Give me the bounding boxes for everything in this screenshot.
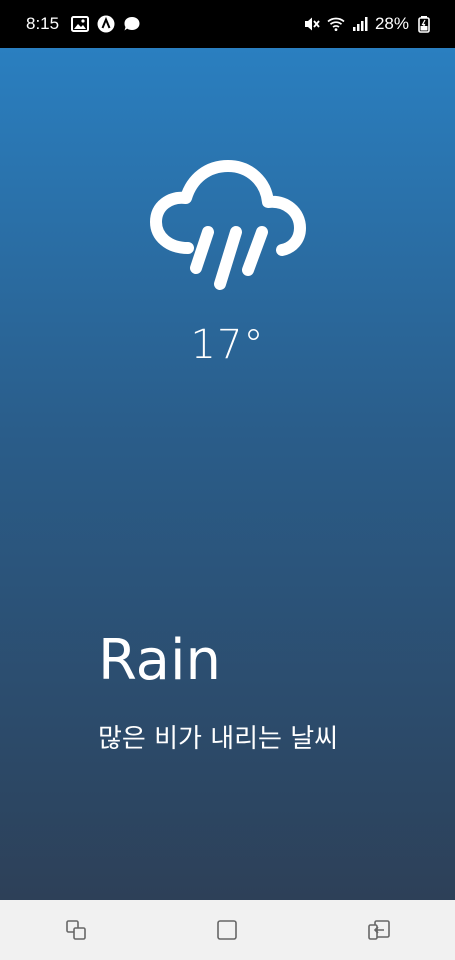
navigation-bar	[0, 900, 455, 960]
recent-apps-icon	[66, 920, 86, 940]
mute-icon	[303, 15, 321, 33]
weather-screen: 17° Rain 많은 비가 내리는 날씨	[0, 48, 455, 900]
temperature: 17°	[190, 322, 265, 368]
status-bar: 8:15 28%	[0, 0, 455, 48]
back-icon	[368, 920, 390, 940]
status-left: 8:15	[26, 14, 141, 34]
signal-icon	[351, 15, 369, 33]
rain-cloud-icon	[150, 160, 306, 290]
weather-description: 많은 비가 내리는 날씨	[98, 724, 339, 754]
home-icon	[217, 920, 238, 940]
notification-a-icon	[97, 15, 115, 33]
wifi-icon	[327, 15, 345, 33]
battery-percentage: 28%	[374, 14, 409, 33]
back-button[interactable]	[359, 910, 399, 950]
weather-condition: Rain	[98, 628, 222, 693]
clock: 8:15	[26, 14, 60, 33]
status-right: 28%	[303, 14, 433, 34]
home-button[interactable]	[207, 910, 247, 950]
recent-apps-button[interactable]	[56, 910, 96, 950]
image-icon	[71, 15, 90, 33]
battery-charging-icon	[415, 15, 433, 33]
chat-bubble-icon	[123, 15, 141, 33]
